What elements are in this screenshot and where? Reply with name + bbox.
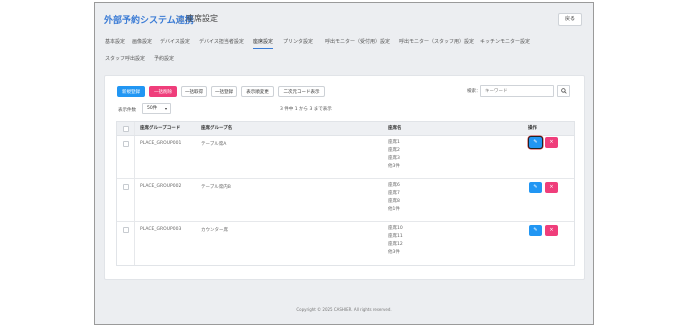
tab-kitchen-monitor[interactable]: キッチンモニター設定 (480, 35, 530, 49)
group-code-cell: PLACE_GROUP002 (140, 184, 182, 189)
delete-button[interactable]: × (545, 182, 558, 193)
group-code-cell: PLACE_GROUP001 (140, 141, 182, 146)
seat-name: 座席12 (388, 242, 403, 247)
seat-more: 他3件 (388, 164, 400, 169)
per-page-value: 50件 (147, 106, 158, 111)
header-actions: 操作 (528, 126, 537, 131)
column-divider (134, 179, 135, 221)
per-page-label: 表示件数 (118, 108, 136, 113)
tab-reservation[interactable]: 予約設定 (154, 52, 174, 66)
seat-name: 座席8 (388, 199, 400, 204)
edit-button[interactable]: ✎ (529, 182, 542, 193)
tab-device[interactable]: デバイス設定 (160, 35, 190, 49)
seat-name: 座席7 (388, 191, 400, 196)
tab-staff-call[interactable]: スタッフ呼出設定 (105, 52, 145, 66)
tab-image[interactable]: 画像設定 (132, 35, 152, 49)
bulk-delete-button[interactable]: 一括削除 (149, 86, 177, 97)
header-group-name: 座席グループ名 (201, 126, 233, 131)
table-header: 座席グループコード 座席グループ名 座席名 操作 (117, 122, 574, 136)
select-all-checkbox[interactable] (123, 126, 129, 132)
delete-button[interactable]: × (545, 225, 558, 236)
search-label: 検索： (467, 89, 481, 94)
tab-device-staff[interactable]: デバイス担当者設定 (199, 35, 244, 49)
row-checkbox[interactable] (123, 227, 129, 233)
search-button[interactable] (557, 85, 570, 97)
seat-list-cell: 座席1 座席2 座席3 他3件 (388, 139, 400, 171)
group-name-cell: テーブル席A (201, 142, 227, 147)
footer-copyright: Copyright © 2025 CASHIER. All rights res… (296, 307, 392, 312)
breadcrumb-separator: ＞ (176, 16, 186, 26)
row-checkbox[interactable] (123, 141, 129, 147)
page-header: 外部予約システム連携 ＞ 座席設定 戻る (95, 3, 593, 36)
table-row: PLACE_GROUP002 テーブル席内B 座席6 座席7 座席8 他1件 ✎… (117, 179, 574, 222)
close-icon: × (549, 139, 554, 145)
close-icon: × (549, 227, 554, 233)
header-group-code: 座席グループコード (140, 126, 181, 131)
new-button[interactable]: 新規登録 (117, 86, 145, 97)
page-title: 座席設定 (186, 14, 218, 23)
edit-icon: ✎ (533, 139, 538, 145)
seat-name: 座席10 (388, 226, 403, 231)
group-name-cell: テーブル席内B (201, 185, 231, 190)
seat-list-cell: 座席10 座席11 座席12 他3件 (388, 225, 403, 257)
seat-name: 座席11 (388, 234, 403, 239)
seat-group-table: 座席グループコード 座席グループ名 座席名 操作 PLACE_GROUP001 … (116, 121, 575, 266)
group-code-cell: PLACE_GROUP003 (140, 227, 182, 232)
app-window: 外部予約システム連携 ＞ 座席設定 戻る 基本設定 画像設定 デバイス設定 デバ… (94, 2, 594, 325)
record-count: 3 件中 1 から 3 まで表示 (280, 107, 332, 112)
tab-seat[interactable]: 座席設定 (253, 35, 274, 49)
qr-code-button[interactable]: 二次元コード表示 (278, 86, 325, 97)
per-page-select[interactable]: 50件 ▾ (142, 103, 171, 114)
chevron-down-icon: ▾ (164, 106, 167, 111)
group-name-cell: カウンター席 (201, 228, 228, 233)
tab-printer[interactable]: プリンタ設定 (283, 35, 313, 49)
edit-button[interactable]: ✎ (529, 225, 542, 236)
tab-basic[interactable]: 基本設定 (105, 35, 125, 49)
delete-button[interactable]: × (545, 137, 558, 148)
seat-list-cell: 座席6 座席7 座席8 他1件 (388, 182, 400, 214)
column-divider (134, 122, 135, 135)
header-seat-name: 座席名 (388, 126, 402, 131)
tab-call-monitor-reception[interactable]: 呼出モニター（受付用）設定 (325, 35, 390, 49)
search-icon (560, 88, 567, 94)
seat-more: 他3件 (388, 250, 400, 255)
column-divider (134, 136, 135, 178)
row-checkbox[interactable] (123, 184, 129, 190)
seat-name: 座席3 (388, 156, 400, 161)
tab-call-monitor-staff[interactable]: 呼出モニター（スタッフ用）設定 (399, 35, 474, 49)
back-button[interactable]: 戻る (558, 13, 582, 26)
table-row: PLACE_GROUP001 テーブル席A 座席1 座席2 座席3 他3件 ✎ … (117, 136, 574, 179)
column-divider (134, 222, 135, 265)
edit-button[interactable]: ✎ (528, 136, 543, 149)
edit-icon: ✎ (533, 184, 538, 190)
bulk-register-button[interactable]: 一括登録 (211, 86, 237, 97)
close-icon: × (549, 184, 554, 190)
seat-more: 他1件 (388, 207, 400, 212)
seat-list-card: 新規登録 一括削除 一括取得 一括登録 表示順変更 二次元コード表示 検索： 表… (104, 75, 585, 280)
bulk-get-button[interactable]: 一括取得 (181, 86, 207, 97)
seat-name: 座席6 (388, 183, 400, 188)
seat-name: 座席2 (388, 148, 400, 153)
edit-icon: ✎ (533, 227, 538, 233)
table-row: PLACE_GROUP003 カウンター席 座席10 座席11 座席12 他3件… (117, 222, 574, 265)
display-order-button[interactable]: 表示順変更 (241, 86, 274, 97)
search-input[interactable] (480, 85, 554, 97)
seat-name: 座席1 (388, 140, 400, 145)
